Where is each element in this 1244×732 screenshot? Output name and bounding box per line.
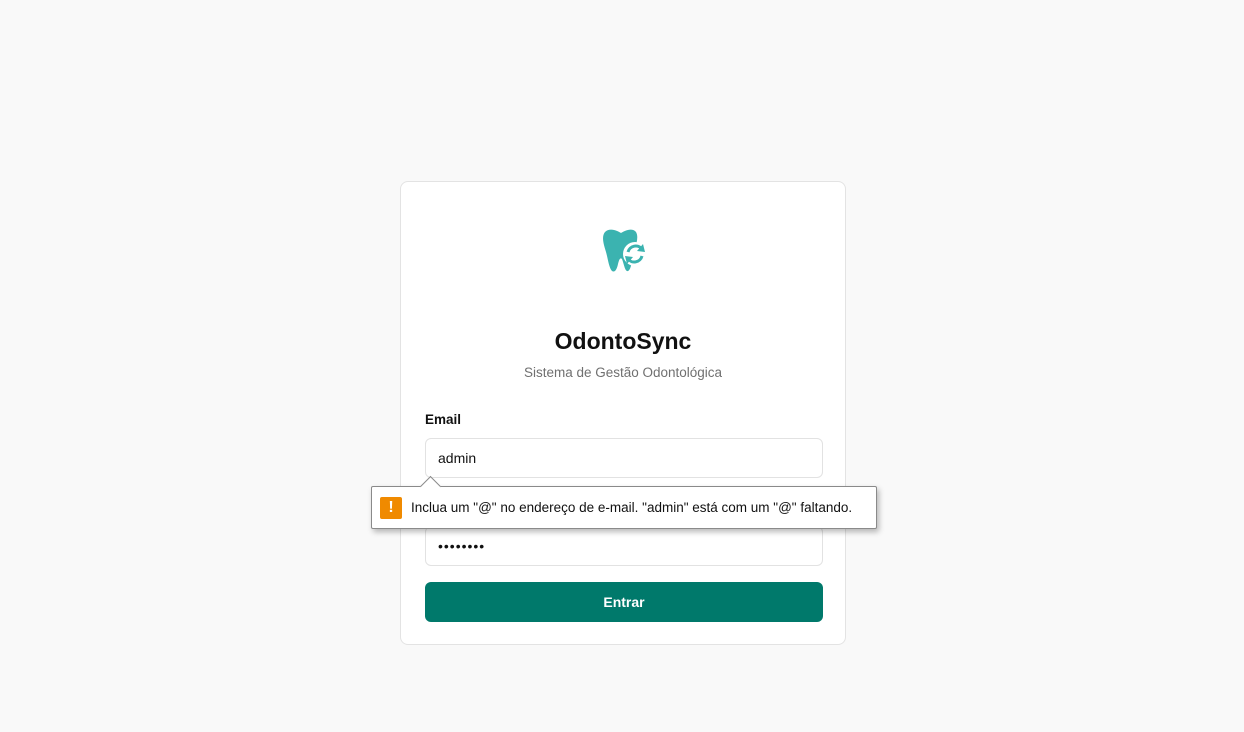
validation-tooltip: ! Inclua um "@" no endereço de e-mail. "… (371, 475, 877, 529)
warning-icon: ! (380, 496, 402, 519)
login-button[interactable]: Entrar (425, 582, 823, 622)
login-card: OdontoSync Sistema de Gestão Odontológic… (400, 181, 846, 645)
validation-message: Inclua um "@" no endereço de e-mail. "ad… (411, 500, 853, 515)
email-field[interactable] (425, 438, 823, 478)
password-field[interactable] (425, 526, 823, 566)
app-title: OdontoSync (554, 328, 692, 354)
email-label: Email (425, 412, 462, 427)
app-subtitle: Sistema de Gestão Odontológica (523, 365, 723, 380)
tooth-sync-icon (603, 229, 647, 272)
